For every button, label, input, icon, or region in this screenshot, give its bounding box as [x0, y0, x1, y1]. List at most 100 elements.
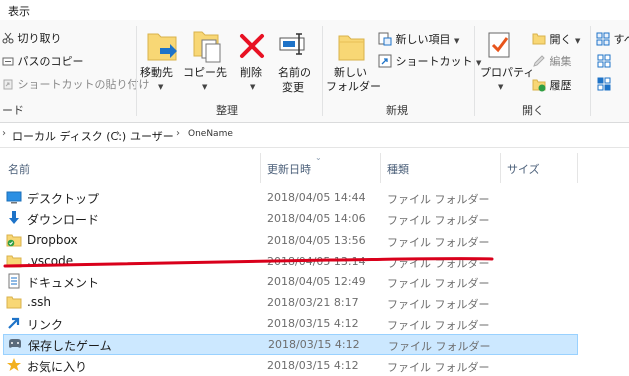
delete-x-icon [238, 32, 266, 60]
move-to-label: 移動先 [140, 66, 173, 80]
file-row-selected[interactable]: 保存したゲーム 2018/03/15 4:12 ファイル フォルダー [3, 334, 578, 355]
properties-chevron-down-icon: ▼ [498, 80, 503, 94]
copy-path-label: パスのコピー [18, 55, 84, 68]
new-folder-label-line1: 新しい [334, 66, 367, 80]
select-none-button[interactable] [597, 54, 611, 71]
organize-group-label: 整理 [216, 102, 238, 118]
column-header-size[interactable]: サイズ [507, 161, 540, 177]
group-divider [590, 26, 591, 116]
new-group-label: 新規 [386, 102, 408, 118]
file-row[interactable]: ドキュメント 2018/04/05 12:49 ファイル フォルダー [0, 271, 629, 292]
open-button[interactable]: 開く ▼ [532, 31, 580, 47]
invert-selection-icon [597, 77, 611, 91]
column-header-name[interactable]: 名前 [8, 161, 30, 177]
file-row[interactable]: Dropbox 2018/04/05 13:56 ファイル フォルダー [0, 230, 629, 251]
copy-to-label: コピー先 [183, 66, 227, 80]
scissors-icon [2, 32, 14, 44]
file-row[interactable]: お気に入り 2018/03/15 4:12 ファイル フォルダー [0, 355, 629, 376]
file-type: ファイル フォルダー [387, 191, 490, 207]
tab-view[interactable]: 表示 [8, 3, 30, 19]
delete-label: 削除 [240, 66, 262, 80]
breadcrumb-separator: › [2, 128, 6, 139]
breadcrumb-users[interactable]: ユーザー [130, 128, 174, 144]
ribbon-tab-row: 表示 [0, 0, 629, 20]
rename-icon [278, 30, 310, 58]
downloads-folder-icon [6, 210, 22, 226]
group-divider [136, 26, 137, 116]
edit-label: 編集 [550, 55, 572, 68]
shortcut-label: ショートカット [396, 55, 473, 68]
history-icon [532, 78, 546, 92]
copy-path-button[interactable]: パスのコピー [2, 53, 84, 69]
column-divider[interactable] [577, 153, 578, 183]
file-name: ダウンロード [27, 211, 99, 228]
links-folder-icon [6, 315, 22, 331]
file-date: 2018/04/05 13:56 [267, 234, 366, 247]
easy-access-shortcut-button[interactable]: ショートカット ▼ [378, 53, 481, 69]
new-item-icon [378, 32, 392, 46]
shortcut-icon [378, 54, 392, 68]
cut-button[interactable]: 切り取り [2, 30, 62, 46]
file-name: .ssh [27, 295, 51, 309]
column-divider[interactable] [500, 153, 501, 183]
select-all-button[interactable]: すべ [596, 31, 629, 47]
rename-label-line1: 名前の [278, 66, 311, 80]
cut-label: 切り取り [18, 32, 62, 45]
folder-icon [6, 294, 22, 310]
move-to-folder-icon [144, 28, 180, 64]
file-name: ドキュメント [27, 274, 99, 291]
file-row[interactable]: .ssh 2018/03/21 8:17 ファイル フォルダー [0, 292, 629, 313]
properties-label: プロパティ [480, 66, 534, 80]
new-folder-button[interactable] [332, 30, 366, 62]
documents-folder-icon [6, 273, 22, 289]
file-date: 2018/03/15 4:12 [268, 338, 360, 351]
new-folder-label-line2: フォルダー [326, 80, 381, 94]
column-divider[interactable] [380, 153, 381, 183]
file-date: 2018/04/05 14:44 [267, 191, 366, 204]
file-type: ファイル フォルダー [387, 275, 490, 291]
file-type: ファイル フォルダー [387, 212, 490, 228]
copy-to-chevron-down-icon: ▼ [202, 80, 207, 94]
select-none-icon [597, 54, 611, 68]
clipboard-group-label: ード [2, 102, 24, 118]
breadcrumb-separator: › [116, 128, 120, 139]
properties-button[interactable] [486, 30, 516, 64]
new-item-chevron-down-icon: ▼ [454, 37, 459, 45]
saved-games-folder-icon [7, 336, 23, 352]
file-row[interactable]: ダウンロード 2018/04/05 14:06 ファイル フォルダー [0, 208, 629, 229]
file-type: ファイル フォルダー [387, 317, 490, 333]
column-header-type[interactable]: 種類 [387, 161, 409, 177]
desktop-folder-icon [6, 189, 22, 205]
open-folder-icon [532, 32, 546, 46]
invert-selection-button[interactable] [597, 77, 611, 94]
rename-label-line2: 変更 [282, 81, 304, 95]
file-type: ファイル フォルダー [387, 234, 490, 250]
file-row[interactable]: デスクトップ 2018/04/05 14:44 ファイル フォルダー [0, 187, 629, 208]
column-header-date[interactable]: 更新日時 [267, 161, 311, 177]
history-button[interactable]: 履歴 [532, 77, 572, 93]
delete-chevron-down-icon: ▼ [250, 80, 255, 94]
edit-button[interactable]: 編集 [532, 53, 572, 69]
dropbox-folder-icon [6, 232, 22, 248]
file-row[interactable]: リンク 2018/03/15 4:12 ファイル フォルダー [0, 313, 629, 334]
file-date: 2018/04/05 14:06 [267, 212, 366, 225]
paste-shortcut-icon [2, 78, 14, 90]
paste-shortcut-button[interactable]: ショートカットの貼り付け [2, 76, 150, 92]
breadcrumb-local-disk[interactable]: ローカル ディスク (C:) [12, 128, 126, 144]
file-type: ファイル フォルダー [388, 338, 491, 354]
file-type: ファイル フォルダー [387, 296, 490, 312]
address-bar[interactable]: › ローカル ディスク (C:) › ユーザー › OneName [0, 123, 629, 148]
favorites-folder-icon [6, 357, 22, 373]
open-label: 開く [550, 33, 572, 46]
properties-checkmark-icon [486, 30, 514, 60]
group-divider [322, 26, 323, 116]
column-divider[interactable] [260, 153, 261, 183]
breadcrumb-separator: › [176, 128, 180, 139]
rename-button[interactable] [278, 30, 312, 60]
file-date: 2018/04/05 12:49 [267, 275, 366, 288]
new-item-button[interactable]: 新しい項目 ▼ [378, 31, 459, 47]
file-name: デスクトップ [27, 190, 99, 207]
select-all-icon [596, 32, 610, 46]
file-name: リンク [27, 316, 63, 333]
breadcrumb-user-folder[interactable]: OneName [188, 129, 233, 139]
